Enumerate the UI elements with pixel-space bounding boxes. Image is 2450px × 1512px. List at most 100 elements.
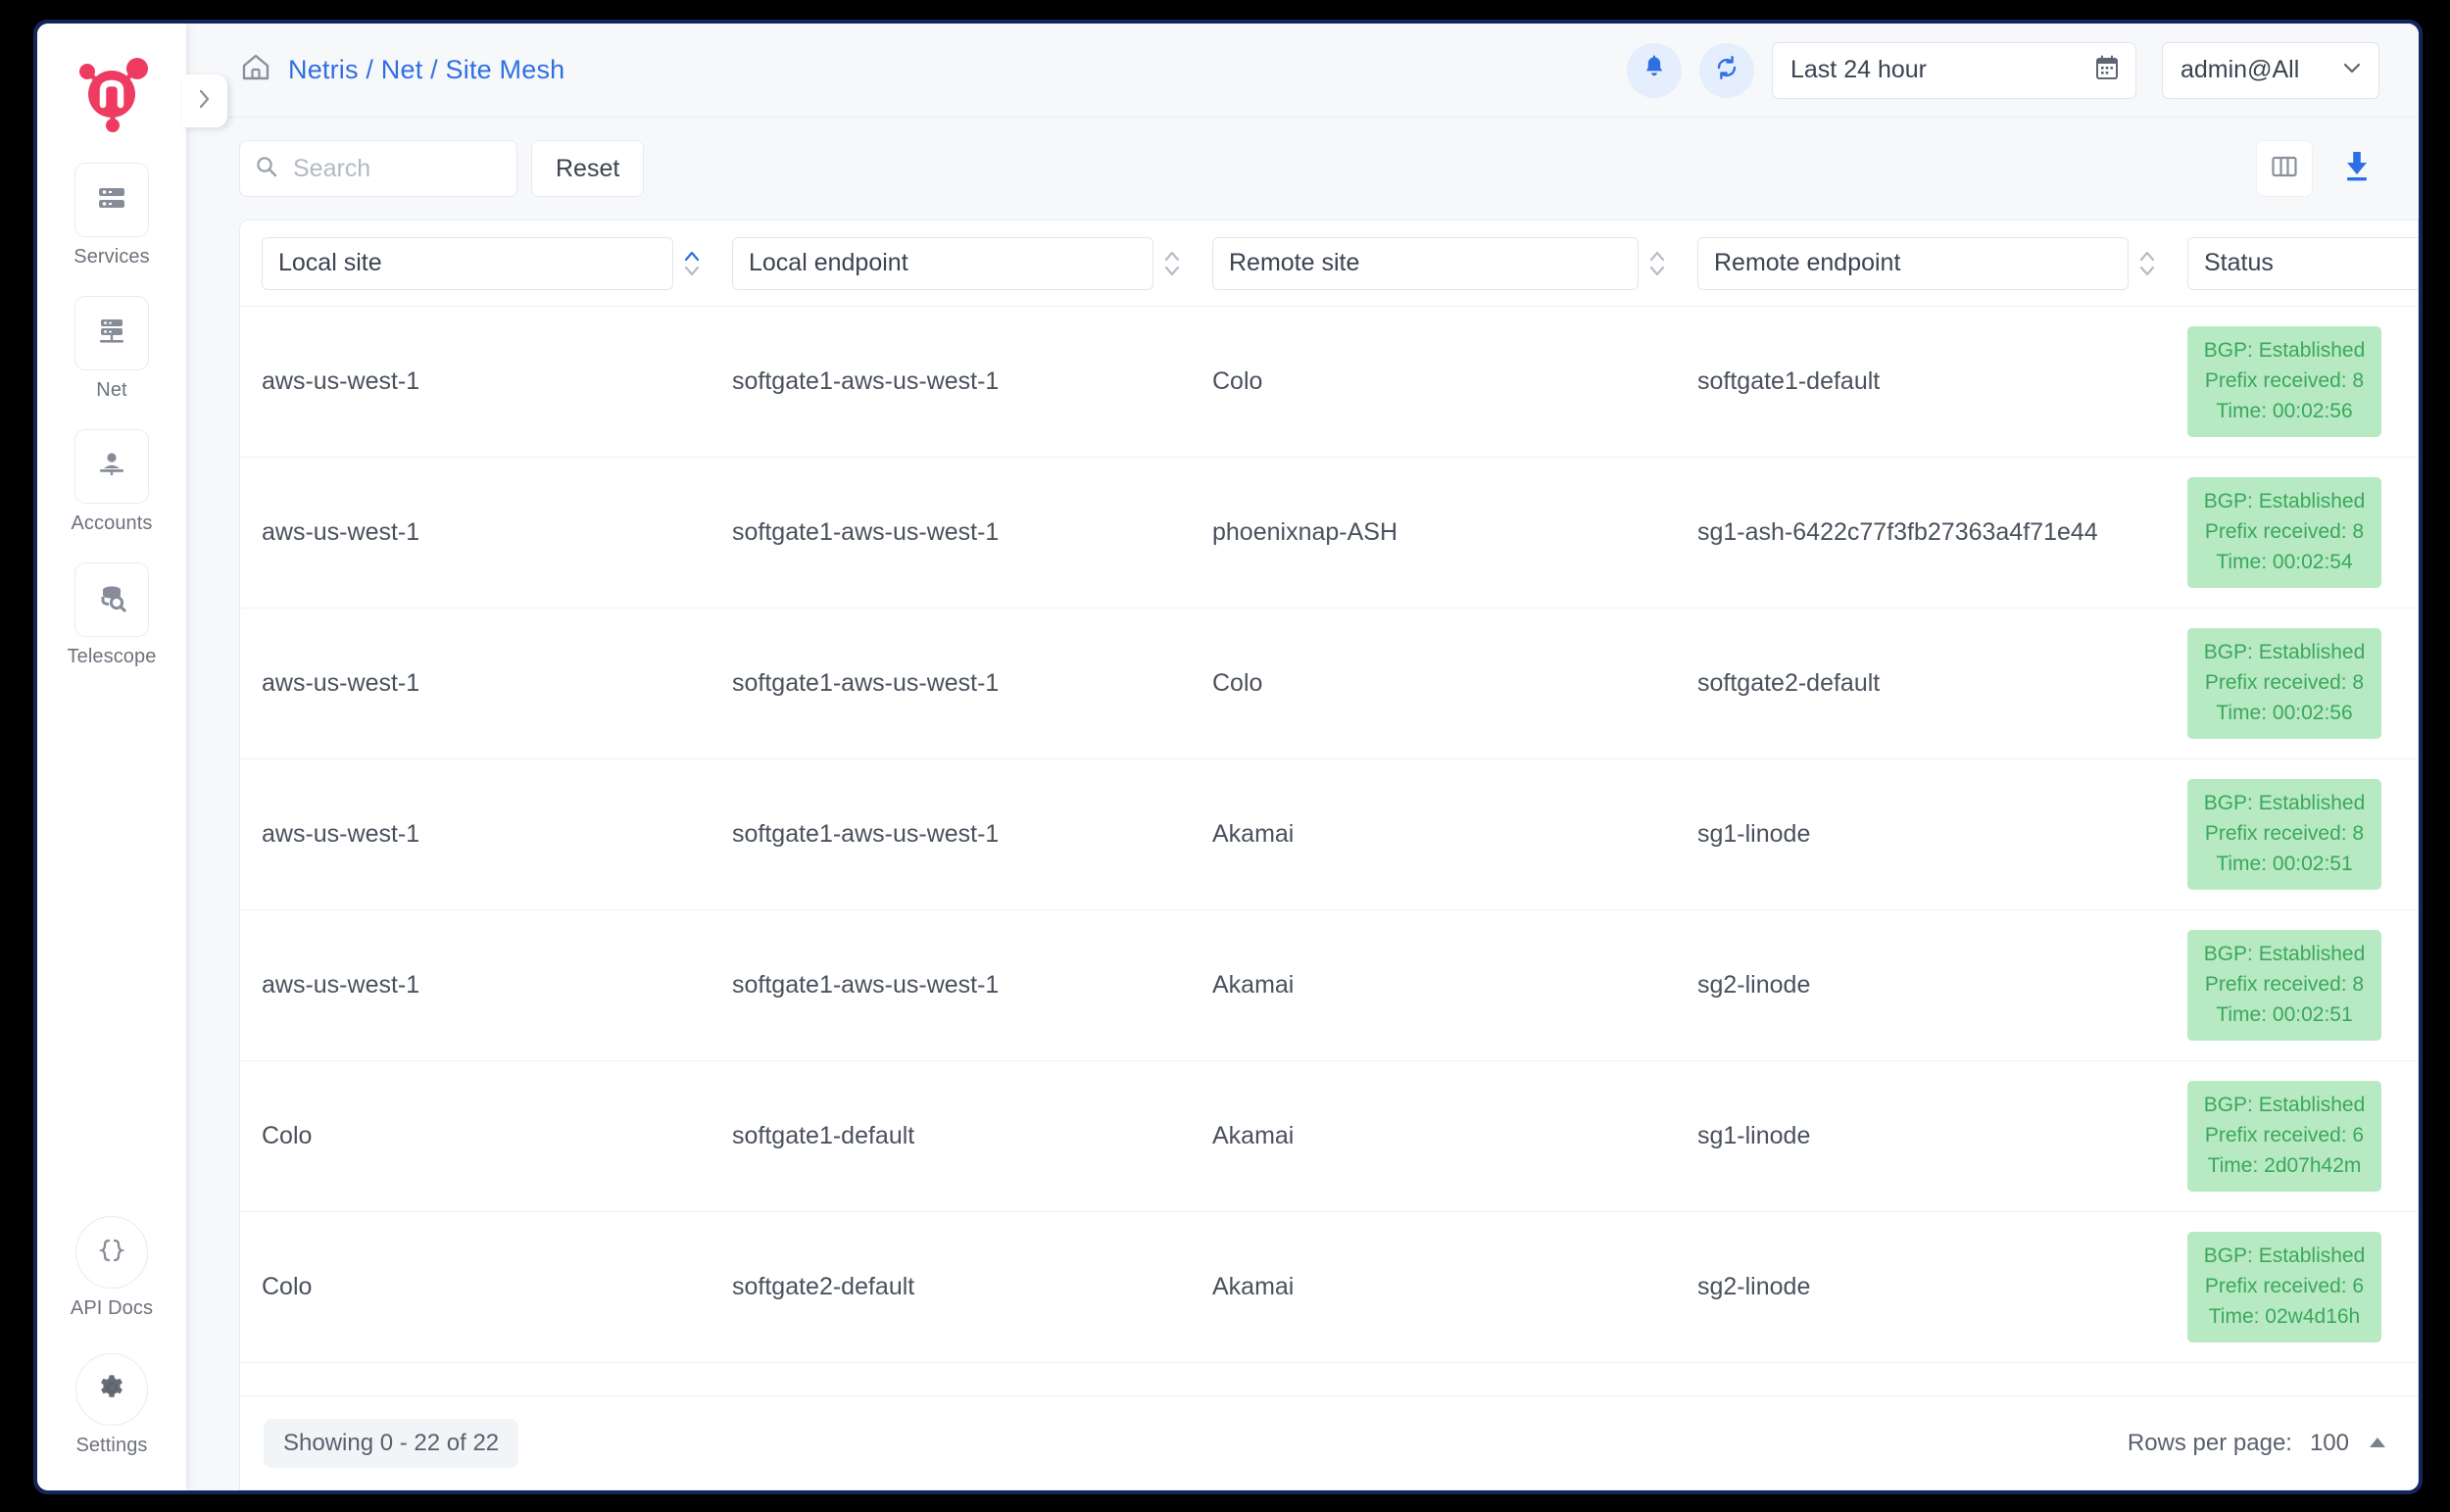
cell-remote-endpoint: sg1-ash-6422c77f3fb27363a4f71e44 <box>1697 518 2098 546</box>
status-time: Time: 00:02:54 <box>2216 551 2353 573</box>
gear-icon <box>96 1372 127 1408</box>
column-header-status: Status <box>2187 220 2418 306</box>
screen: Services Net Accounts Telescope API Docs… <box>0 0 2450 1512</box>
table-footer: Showing 0 - 22 of 22 Rows per page: 100 <box>240 1395 2418 1489</box>
sidebar-item-telescope-label: Telescope <box>67 646 157 667</box>
cell-local-endpoint: softgate1-aws-us-west-1 <box>732 518 1000 546</box>
cell-local-endpoint: softgate2-default <box>732 1273 915 1300</box>
calendar-icon[interactable] <box>2094 54 2120 86</box>
columns-toggle-button[interactable] <box>2256 140 2313 197</box>
column-header-local-site: Local site <box>262 220 732 306</box>
chevron-down-icon <box>2339 55 2365 85</box>
cell-remote-endpoint: softgate1-default <box>1697 367 1881 395</box>
cell-local-endpoint: softgate1-aws-us-west-1 <box>732 367 1000 395</box>
status-bgp: BGP: Established <box>2203 1244 2366 1267</box>
status-time: Time: 00:02:56 <box>2216 400 2353 422</box>
rows-per-page-label: Rows per page: <box>2127 1429 2292 1456</box>
column-header-status-label: Status <box>2204 249 2274 276</box>
status-badge: BGP: Established Prefix received: 8 Time… <box>2187 930 2381 1041</box>
cell-local-site: aws-us-west-1 <box>262 518 420 546</box>
netris-logo[interactable] <box>67 49 157 139</box>
cell-status: BGP: Established Prefix received: 8 Time… <box>2187 326 2418 437</box>
table-card: Local site Local endpoint Remote site Re… <box>239 219 2419 1490</box>
refresh-icon <box>1713 54 1740 86</box>
column-filter-local-endpoint[interactable]: Local endpoint <box>732 236 1153 290</box>
sidebar-item-services[interactable]: Services <box>67 163 157 268</box>
app-window: Services Net Accounts Telescope API Docs… <box>33 20 2423 1494</box>
sort-toggle-local-endpoint[interactable] <box>1153 247 1191 280</box>
table-row[interactable]: aws-us-west-1 softgate1-aws-us-west-1 ph… <box>240 458 2418 609</box>
search-input[interactable] <box>291 153 503 184</box>
sidebar-item-telescope[interactable]: Telescope <box>67 562 157 668</box>
status-badge: BGP: Established Prefix received: 8 Time… <box>2187 477 2381 588</box>
status-bgp: BGP: Established <box>2203 943 2366 965</box>
sidebar-item-accounts[interactable]: Accounts <box>67 429 157 535</box>
top-bar: Netris / Net / Site Mesh Last 24 hour ad… <box>186 24 2419 118</box>
column-header-remote-endpoint: Remote endpoint <box>1697 220 2187 306</box>
cell-local-site: aws-us-west-1 <box>262 367 420 395</box>
status-bgp: BGP: Established <box>2203 1094 2366 1116</box>
braces-icon <box>95 1234 128 1272</box>
column-filter-status[interactable]: Status <box>2187 236 2418 290</box>
sidebar-item-settings[interactable]: Settings <box>58 1353 166 1457</box>
table-toolbar: Reset <box>186 118 2419 219</box>
cell-local-site: aws-us-west-1 <box>262 820 420 848</box>
table-row[interactable]: aws-us-west-1 softgate1-aws-us-west-1 Ak… <box>240 759 2418 910</box>
sidebar-item-services-box <box>74 163 149 237</box>
reset-button[interactable]: Reset <box>531 140 645 197</box>
status-bgp: BGP: Established <box>2203 792 2366 814</box>
status-time: Time: 00:02:51 <box>2216 1003 2353 1026</box>
sidebar-item-net[interactable]: Net <box>67 296 157 402</box>
column-filter-remote-endpoint[interactable]: Remote endpoint <box>1697 236 2129 290</box>
column-filter-remote-site[interactable]: Remote site <box>1212 236 1639 290</box>
download-button[interactable] <box>2334 145 2379 192</box>
notifications-button[interactable] <box>1627 42 1682 98</box>
sidebar-item-accounts-box <box>74 429 149 504</box>
sort-toggle-remote-site[interactable] <box>1639 247 1676 280</box>
status-badge: BGP: Established Prefix received: 6 Time… <box>2187 1232 2381 1342</box>
sidebar-item-settings-circle <box>75 1353 148 1426</box>
accounts-icon <box>94 447 129 487</box>
column-filter-local-site[interactable]: Local site <box>262 236 673 290</box>
cell-local-endpoint: softgate1-aws-us-west-1 <box>732 971 1000 999</box>
table-row[interactable]: aws-us-west-1 softgate1-aws-us-west-1 Co… <box>240 609 2418 759</box>
table-row[interactable]: aws-us-west-1 softgate1-aws-us-west-1 Co… <box>240 307 2418 458</box>
sidebar-item-net-box <box>74 296 149 370</box>
sort-toggle-remote-endpoint[interactable] <box>2129 247 2166 280</box>
sidebar-item-net-label: Net <box>96 379 127 401</box>
table-row[interactable]: aws-us-west-1 softgate1-aws-us-west-1 Ak… <box>240 910 2418 1061</box>
download-icon <box>2339 148 2375 190</box>
account-selector[interactable]: admin@All <box>2162 41 2379 99</box>
status-badge: BGP: Established Prefix received: 6 Time… <box>2187 1081 2381 1192</box>
status-prefix: Prefix received: 8 <box>2204 973 2365 996</box>
table-row-partial[interactable] <box>240 1363 2418 1395</box>
chevron-up-icon[interactable] <box>2367 1430 2388 1457</box>
breadcrumb[interactable]: Netris / Net / Site Mesh <box>239 51 564 89</box>
cell-status: BGP: Established Prefix received: 8 Time… <box>2187 779 2418 890</box>
bell-icon <box>1641 54 1668 86</box>
home-icon[interactable] <box>239 51 272 89</box>
cell-remote-site: Colo <box>1212 367 1263 395</box>
sidebar-collapse-toggle[interactable] <box>182 74 227 127</box>
date-range-picker[interactable]: Last 24 hour <box>1772 41 2136 99</box>
cell-local-site: Colo <box>262 1273 313 1300</box>
sort-toggle-local-site[interactable] <box>673 247 710 280</box>
cell-remote-endpoint: sg1-linode <box>1697 1122 1811 1149</box>
sidebar: Services Net Accounts Telescope API Docs… <box>37 24 186 1490</box>
account-selector-value: admin@All <box>2180 56 2300 83</box>
status-badge: BGP: Established Prefix received: 8 Time… <box>2187 326 2381 437</box>
table-row[interactable]: Colo softgate2-default Akamai sg2-linode… <box>240 1212 2418 1363</box>
status-time: Time: 00:02:56 <box>2216 702 2353 724</box>
sidebar-item-settings-label: Settings <box>75 1435 148 1456</box>
refresh-button[interactable] <box>1699 42 1754 98</box>
table-row[interactable]: Colo softgate1-default Akamai sg1-linode… <box>240 1061 2418 1212</box>
search-box[interactable] <box>239 140 517 197</box>
breadcrumb-text[interactable]: Netris / Net / Site Mesh <box>288 55 564 85</box>
sidebar-item-telescope-box <box>74 562 149 637</box>
rows-per-page-selector[interactable]: Rows per page: 100 <box>2128 1430 2388 1457</box>
status-bgp: BGP: Established <box>2203 641 2366 663</box>
rows-per-page-value: 100 <box>2309 1429 2349 1456</box>
cell-local-site: Colo <box>262 1122 313 1149</box>
cell-remote-site: phoenixnap-ASH <box>1212 518 1398 546</box>
sidebar-item-api-docs[interactable]: API Docs <box>58 1216 166 1320</box>
